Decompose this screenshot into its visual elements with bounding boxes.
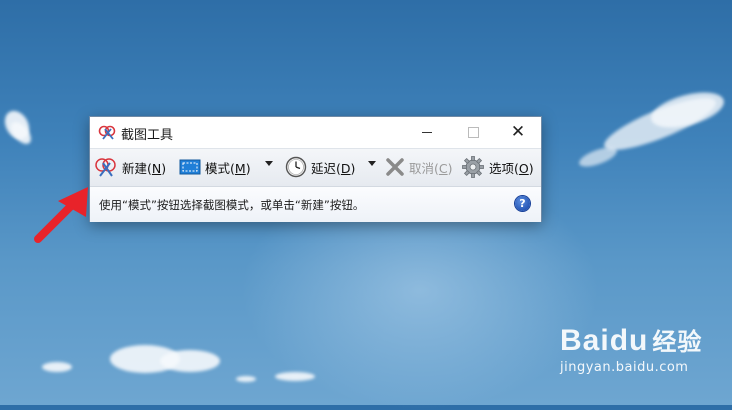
- watermark-url: jingyan.baidu.com: [560, 360, 689, 375]
- delay-label-suffix: ): [350, 160, 356, 176]
- delay-label: 延迟(: [311, 160, 341, 176]
- title-bar[interactable]: 截图工具 ✕: [90, 117, 541, 148]
- delay-button[interactable]: 延迟(D): [285, 154, 355, 180]
- delay-dropdown-arrow[interactable]: [368, 161, 376, 166]
- baidu-watermark: Baidu 经验 jingyan.baidu.com: [560, 322, 702, 375]
- maximize-button[interactable]: [450, 117, 496, 147]
- options-label: 选项(: [489, 160, 519, 176]
- new-label-suffix: ): [161, 160, 167, 176]
- options-accel-key: O: [518, 160, 529, 176]
- watermark-brand-text: Bai: [560, 324, 610, 357]
- new-accel-key: N: [151, 160, 162, 176]
- scissors-app-icon: [98, 125, 116, 140]
- cancel-button[interactable]: 取消(C): [385, 154, 453, 180]
- clock-icon: [285, 156, 307, 178]
- mode-label-suffix: ): [245, 160, 251, 176]
- snipping-tool-window: 截图工具 ✕ 新建(N) 模式(M) 延迟(D) 取消(C) 选项(O) 使用“…: [89, 116, 542, 222]
- annotation-arrow-icon: [34, 187, 88, 243]
- options-label-suffix: ): [528, 160, 534, 176]
- mode-button[interactable]: 模式(M): [179, 154, 251, 180]
- mode-label: 模式(: [205, 160, 235, 176]
- minimize-button[interactable]: [404, 117, 450, 147]
- options-button[interactable]: 选项(O): [461, 154, 534, 180]
- watermark-brand: Baidu 经验: [560, 322, 702, 358]
- window-title: 截图工具: [121, 128, 174, 143]
- delay-accel-key: D: [340, 160, 351, 176]
- close-icon: ✕: [510, 122, 526, 142]
- help-icon[interactable]: ?: [515, 196, 530, 211]
- minimize-icon: [422, 131, 432, 133]
- toolbar: 新建(N) 模式(M) 延迟(D) 取消(C) 选项(O): [90, 148, 541, 186]
- gear-icon: [462, 156, 484, 178]
- watermark-cn-text: 经验: [652, 329, 703, 356]
- maximize-icon: [467, 126, 479, 138]
- new-button[interactable]: 新建(N): [94, 154, 166, 180]
- cancel-x-icon: [386, 158, 404, 176]
- status-bar: 使用“模式”按钮选择截图模式，或单击“新建”按钮。 ?: [90, 186, 541, 222]
- watermark-paw-text: du: [609, 324, 649, 357]
- mode-dropdown-arrow[interactable]: [265, 161, 273, 166]
- status-message: 使用“模式”按钮选择截图模式，或单击“新建”按钮。: [99, 198, 365, 212]
- cancel-accel-key: C: [438, 160, 448, 176]
- help-glyph: ?: [519, 197, 526, 210]
- new-label: 新建(: [122, 160, 152, 176]
- close-button[interactable]: ✕: [495, 117, 541, 147]
- cancel-label: 取消(: [409, 160, 439, 176]
- new-snip-icon: [95, 158, 116, 177]
- mode-accel-key: M: [234, 160, 246, 176]
- rectangle-mode-icon: [179, 159, 201, 175]
- cancel-label-suffix: ): [447, 160, 453, 176]
